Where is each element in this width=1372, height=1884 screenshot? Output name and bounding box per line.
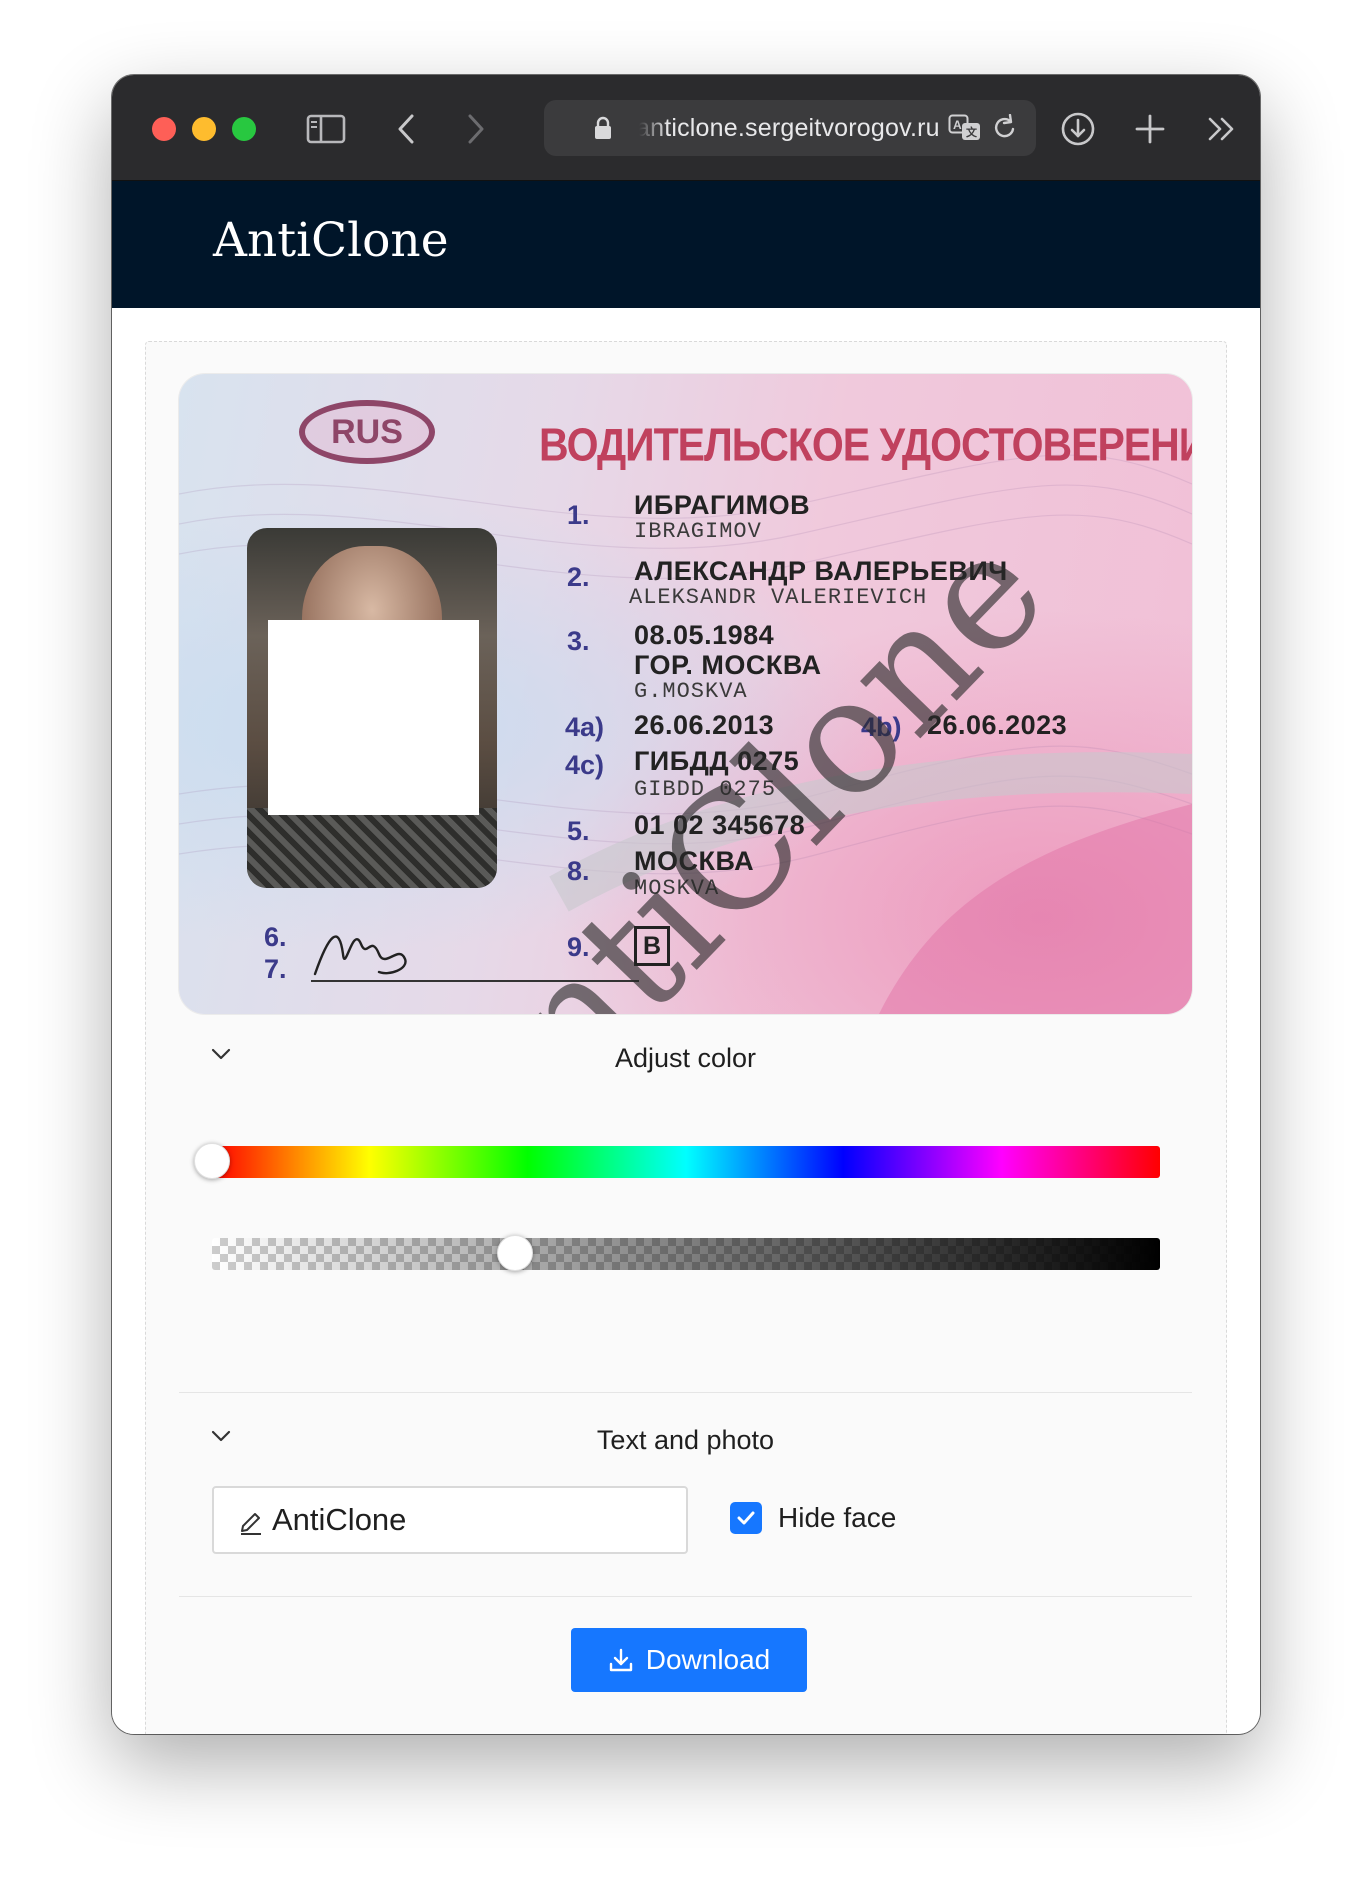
close-window-button[interactable] <box>152 117 176 141</box>
field-number: 2. <box>567 562 590 592</box>
face-mask <box>268 620 479 815</box>
download-label: Download <box>645 1644 771 1675</box>
editor-card: RUS ВОДИТЕЛЬСКОЕ УДОСТОВЕРЕНИЕ 1. ИБРАГИ… <box>145 341 1227 1734</box>
field-number: 4c) <box>565 750 605 780</box>
download-icon <box>609 1648 632 1672</box>
download-button[interactable]: Download <box>571 1628 807 1692</box>
alpha-slider-handle[interactable] <box>497 1235 534 1271</box>
more-icon[interactable] <box>1198 105 1246 153</box>
new-tab-icon[interactable] <box>1126 105 1174 153</box>
divider <box>179 1392 1192 1393</box>
adjust-color-title: Adjust color <box>614 1043 757 1073</box>
signature <box>313 935 407 976</box>
downloads-icon[interactable] <box>1054 105 1102 153</box>
checkmark-icon <box>737 1511 755 1525</box>
country-code-oval: RUS <box>299 400 435 464</box>
field-birth-date: 08.05.1984 <box>634 620 775 650</box>
app-header: AntiClone <box>112 181 1260 308</box>
field-number: 6. <box>264 922 287 952</box>
field-number: 7. <box>264 954 287 984</box>
forward-icon[interactable] <box>452 105 500 153</box>
text-photo-title: Text and photo <box>596 1425 775 1455</box>
svg-text:文: 文 <box>966 125 978 139</box>
hide-face-checkbox[interactable] <box>730 1502 762 1534</box>
reload-icon[interactable] <box>992 114 1018 142</box>
divider <box>179 1596 1192 1597</box>
edit-pen-icon <box>241 1513 261 1535</box>
translate-icon[interactable]: A文 <box>948 114 982 142</box>
field-number: 5. <box>567 816 590 846</box>
hide-face-label[interactable]: Hide face <box>778 1502 896 1534</box>
address-bar[interactable]: anticlone.sergeitvorogov.ru A文 <box>544 100 1036 156</box>
field-number: 3. <box>567 626 590 656</box>
license-photo <box>247 528 497 888</box>
lock-icon <box>595 116 611 139</box>
app-brand[interactable]: AntiClone <box>213 213 449 268</box>
text-photo-panel-header[interactable]: Text and photo <box>179 1410 1192 1470</box>
hue-slider-handle[interactable] <box>194 1143 230 1179</box>
zoom-window-button[interactable] <box>232 117 256 141</box>
minimize-window-button[interactable] <box>192 117 216 141</box>
field-birth-place-latin: G.MOSKVA <box>634 679 748 704</box>
back-icon[interactable] <box>382 105 430 153</box>
field-surname: ИБРАГИМОВ <box>634 490 811 520</box>
hue-slider[interactable] <box>194 1143 1160 1179</box>
browser-window: anticlone.sergeitvorogov.ru A文 AntiClone <box>112 75 1260 1734</box>
url-text: anticlone.sergeitvorogov.ru <box>636 114 940 142</box>
alpha-slider[interactable] <box>212 1235 1160 1271</box>
field-number: 1. <box>567 500 590 530</box>
browser-toolbar: anticlone.sergeitvorogov.ru A文 <box>112 75 1260 181</box>
main-content: RUS ВОДИТЕЛЬСКОЕ УДОСТОВЕРЕНИЕ 1. ИБРАГИ… <box>112 308 1260 1734</box>
watermark-text-input[interactable] <box>272 1498 672 1542</box>
field-surname-latin: IBRAGIMOV <box>634 519 762 544</box>
license-title: ВОДИТЕЛЬСКОЕ УДОСТОВЕРЕНИЕ <box>539 419 1192 471</box>
field-number: 4a) <box>565 712 605 742</box>
sidebar-icon[interactable] <box>302 105 350 153</box>
watermark-text-field[interactable] <box>212 1486 688 1554</box>
adjust-color-panel-header[interactable]: Adjust color <box>179 1028 1192 1088</box>
svg-text:A: A <box>953 118 962 132</box>
license-preview: RUS ВОДИТЕЛЬСКОЕ УДОСТОВЕРЕНИЕ 1. ИБРАГИ… <box>179 374 1192 1014</box>
